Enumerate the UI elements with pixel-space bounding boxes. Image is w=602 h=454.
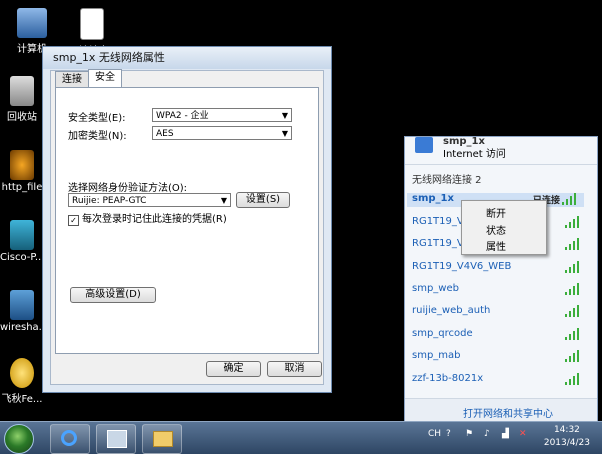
flyout-footer: 打开网络和共享中心 xyxy=(405,398,597,421)
dropdown-arrow-icon: ▼ xyxy=(281,111,288,120)
open-network-signal-icon xyxy=(565,283,581,295)
auth-method-value: Ruijie: PEAP-GTC xyxy=(72,196,147,206)
monitor-icon xyxy=(107,430,127,448)
open-network-center-link[interactable]: 打开网络和共享中心 xyxy=(463,405,553,420)
open-network-signal-icon xyxy=(565,328,581,340)
tab-security[interactable]: 安全 xyxy=(88,69,122,87)
desktop-icon-recycle-bin[interactable]: 回收站 xyxy=(0,76,44,123)
taskbar-explorer-button[interactable] xyxy=(142,424,182,454)
dialog-title: smp_1x 无线网络属性 xyxy=(43,47,331,69)
network-item[interactable]: zzf-13b-8021x xyxy=(412,373,587,387)
desktop-icon-cisco[interactable]: Cisco-P... xyxy=(0,220,44,263)
folder-icon xyxy=(153,431,173,447)
network-globe-icon xyxy=(415,137,433,153)
menu-item-disconnect[interactable]: 断开 xyxy=(486,205,506,220)
menu-item-properties[interactable]: 属性 xyxy=(486,238,506,253)
tray-volume-icon[interactable]: ♪ xyxy=(484,429,490,439)
security-type-select[interactable]: WPA2 - 企业 ▼ xyxy=(152,108,292,122)
desktop-icon-label: 回收站 xyxy=(7,112,37,123)
encryption-type-select[interactable]: AES ▼ xyxy=(152,126,292,140)
http-file-icon xyxy=(10,150,34,180)
network-name: zzf-13b-8021x xyxy=(412,373,484,384)
wifi-app-icon xyxy=(10,220,34,250)
signal-strength-icon xyxy=(565,216,581,228)
system-clock[interactable]: 14:32 2013/4/23 xyxy=(544,424,590,450)
dropdown-arrow-icon: ▼ xyxy=(220,196,227,205)
network-name: ruijie_web_auth xyxy=(412,305,491,316)
taskbar: CH ? ⚑ ♪ ▟ ✕ 14:32 2013/4/23 xyxy=(0,421,602,454)
network-name: smp_1x xyxy=(412,193,454,204)
start-button[interactable] xyxy=(4,424,34,454)
menu-item-status[interactable]: 状态 xyxy=(486,222,506,237)
desktop-icon-label: wiresha... xyxy=(0,322,49,333)
network-name: RG1T19_V4V6_WEB xyxy=(412,261,512,272)
binary-file-icon xyxy=(80,8,104,40)
ie-icon xyxy=(61,430,77,446)
tab-connection[interactable]: 连接 xyxy=(55,71,89,87)
wireshark-icon xyxy=(10,290,34,320)
remember-credentials-checkbox[interactable]: ✓ xyxy=(68,215,79,226)
desktop-icon-label: Cisco-P... xyxy=(0,252,45,263)
cancel-button[interactable]: 取消 xyxy=(267,361,322,377)
wireless-section-title: 无线网络连接 2 xyxy=(412,175,482,186)
tray-alert-icon[interactable]: ✕ xyxy=(519,429,527,439)
security-type-value: WPA2 - 企业 xyxy=(156,111,209,121)
network-flyout: smp_1x Internet 访问 无线网络连接 2 smp_1x 已连接 R… xyxy=(404,136,598,422)
network-name: smp_qrcode xyxy=(412,328,473,339)
encryption-type-label: 加密类型(N): xyxy=(68,131,127,142)
open-network-signal-icon xyxy=(565,305,581,317)
tray-help-icon[interactable]: ? xyxy=(446,429,451,439)
clock-time: 14:32 xyxy=(553,425,580,435)
taskbar-ie-button[interactable] xyxy=(50,424,90,454)
remember-credentials-row: ✓ 每次登录时记住此连接的凭据(R) xyxy=(68,210,227,226)
security-tab-panel: 安全类型(E): WPA2 - 企业 ▼ 加密类型(N): AES ▼ 选择网络… xyxy=(55,87,319,354)
open-network-signal-icon xyxy=(565,261,581,273)
desktop-icon-http-file[interactable]: http_file xyxy=(0,150,44,193)
recycle-bin-icon xyxy=(10,76,34,106)
network-name: smp_mab xyxy=(412,350,461,361)
feiq-icon xyxy=(10,358,34,388)
dialog-body: 连接 安全 安全类型(E): WPA2 - 企业 ▼ 加密类型(N): AES … xyxy=(50,69,324,385)
network-name: smp_web xyxy=(412,283,459,294)
settings-button[interactable]: 设置(S) xyxy=(236,192,290,208)
dropdown-arrow-icon: ▼ xyxy=(281,129,288,138)
current-network-header: smp_1x Internet 访问 xyxy=(405,136,597,165)
tray-network-icon[interactable]: ▟ xyxy=(502,429,509,439)
current-network-status: Internet 访问 xyxy=(443,149,506,160)
security-type-label: 安全类型(E): xyxy=(68,113,126,124)
network-item[interactable]: RG1T19_V4V6_WEB xyxy=(412,261,587,275)
signal-strength-icon xyxy=(565,238,581,250)
encryption-type-value: AES xyxy=(156,129,174,139)
open-network-signal-icon xyxy=(565,350,581,362)
desktop-icon-label: 飞秋Fe... xyxy=(1,394,43,405)
auth-method-label: 选择网络身份验证方法(O): xyxy=(68,183,188,194)
wireless-properties-dialog: smp_1x 无线网络属性 连接 安全 安全类型(E): WPA2 - 企业 ▼… xyxy=(42,46,332,393)
signal-strength-icon xyxy=(562,193,578,205)
desktop-icon-feiq[interactable]: 飞秋Fe... xyxy=(0,358,44,405)
desktop-icon-wireshark[interactable]: wiresha... xyxy=(0,290,49,333)
network-context-menu: 断开 状态 属性 xyxy=(461,200,547,255)
clock-date: 2013/4/23 xyxy=(543,438,590,448)
network-item[interactable]: smp_mab xyxy=(412,350,587,364)
divider xyxy=(405,164,597,165)
ok-button[interactable]: 确定 xyxy=(206,361,261,377)
network-item[interactable]: smp_qrcode xyxy=(412,328,587,342)
tray-flag-icon[interactable]: ⚑ xyxy=(465,429,473,439)
taskbar-network-app-button[interactable] xyxy=(96,424,136,454)
auth-method-select[interactable]: Ruijie: PEAP-GTC ▼ xyxy=(68,193,231,207)
network-item[interactable]: smp_web xyxy=(412,283,587,297)
computer-icon xyxy=(17,8,47,38)
advanced-settings-button[interactable]: 高级设置(D) xyxy=(70,287,156,303)
network-item[interactable]: ruijie_web_auth xyxy=(412,305,587,319)
remember-credentials-label: 每次登录时记住此连接的凭据(R) xyxy=(82,214,227,225)
desktop-icon-label: http_file xyxy=(1,182,43,193)
signal-strength-icon xyxy=(565,373,581,385)
ime-indicator[interactable]: CH xyxy=(428,429,441,439)
tab-strip: 连接 安全 xyxy=(55,69,122,87)
